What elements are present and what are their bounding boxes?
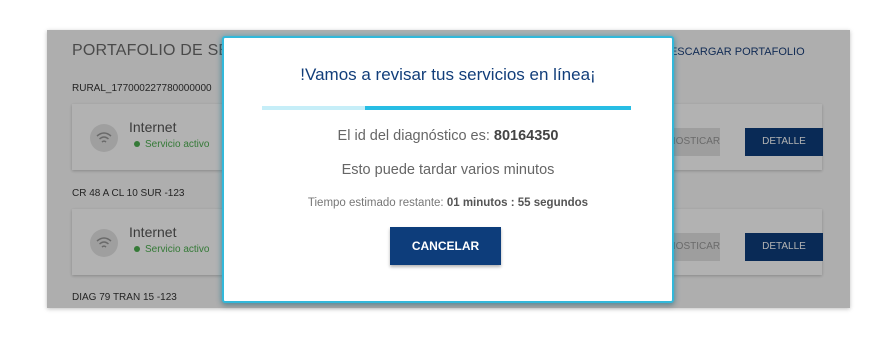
progress-fill [365, 106, 631, 110]
cancel-button[interactable]: CANCELAR [390, 227, 501, 265]
diagnostic-id-value: 80164350 [493, 128, 559, 144]
diagnostic-id-label: El id del diagnóstico es: [337, 128, 490, 144]
remaining-time-value: 01 minutos : 55 segundos [446, 197, 589, 209]
remaining-time-label: Tiempo estimado restante: [307, 197, 444, 209]
modal-title: !Vamos a revisar tus servicios en línea¡ [300, 65, 596, 84]
diagnostic-id-line: El id del diagnóstico es: 80164350 [224, 128, 672, 144]
wait-message: Esto puede tardar varios minutos [341, 162, 555, 178]
remaining-time-line: Tiempo estimado restante: 01 minutos : 5… [224, 197, 672, 209]
progress-bar [262, 106, 631, 110]
diagnostic-modal: !Vamos a revisar tus servicios en línea¡… [222, 36, 674, 303]
